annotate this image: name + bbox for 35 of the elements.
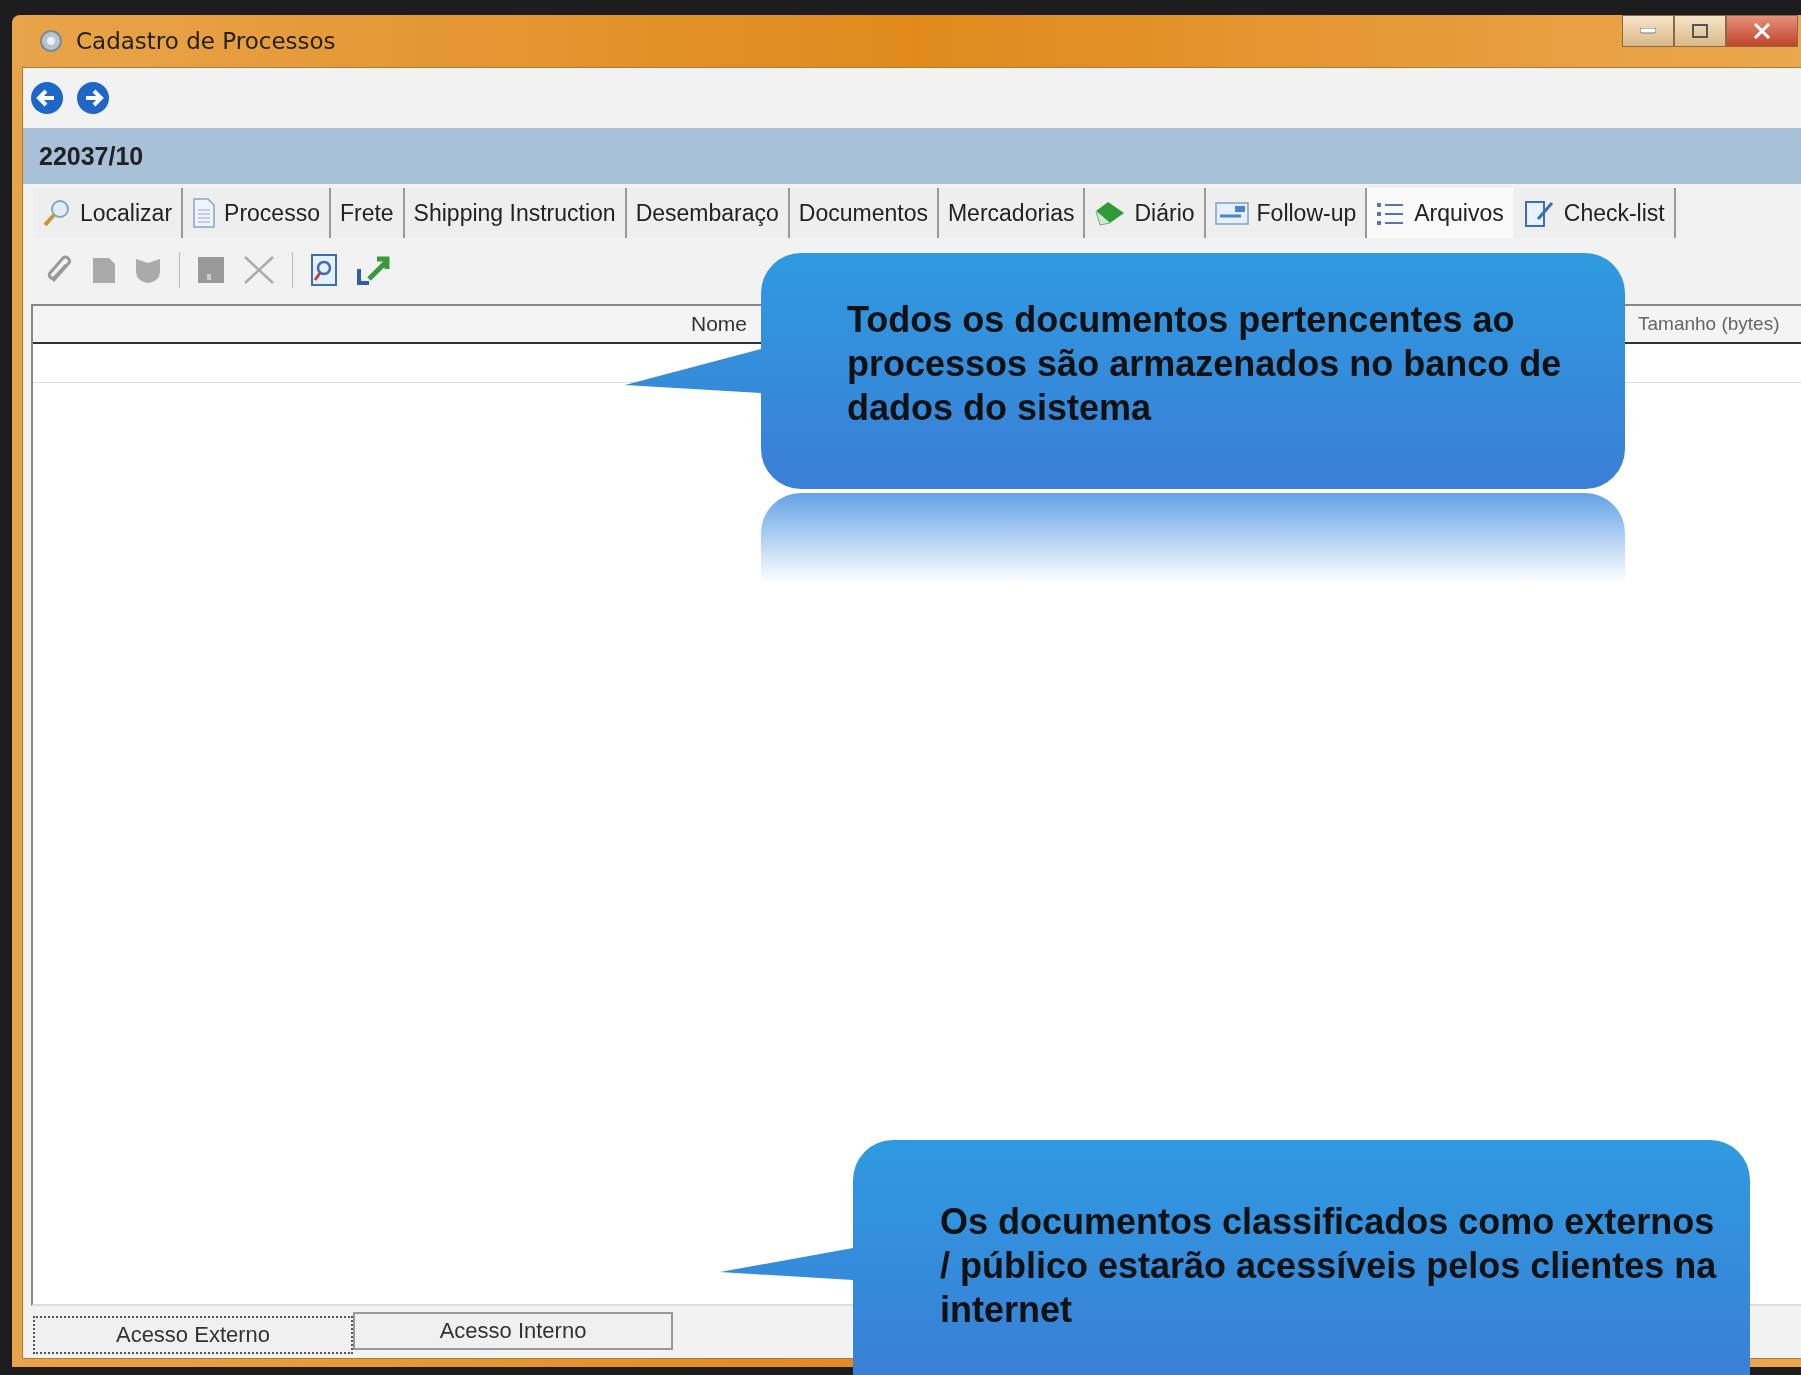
delete-icon bbox=[242, 254, 276, 286]
callout-text: Todos os documentos pertencentes ao processos são armazenados no banco de dados do sistema bbox=[847, 298, 1563, 430]
forward-button[interactable] bbox=[75, 80, 111, 116]
tab[interactable]: Check-list bbox=[1514, 188, 1676, 238]
minimize-icon bbox=[1640, 28, 1656, 34]
document-icon bbox=[192, 198, 217, 228]
column-header: Nome bbox=[691, 312, 748, 336]
maximize-icon bbox=[1692, 24, 1708, 38]
tab[interactable]: Processo bbox=[183, 188, 331, 238]
tab[interactable]: Documentos bbox=[789, 188, 939, 238]
tab[interactable]: Localizar bbox=[33, 188, 184, 238]
close-button[interactable] bbox=[1726, 15, 1798, 47]
minimize-button[interactable] bbox=[1622, 15, 1674, 47]
tab[interactable]: Diário bbox=[1085, 188, 1206, 238]
save-icon bbox=[196, 255, 226, 285]
close-icon bbox=[1753, 23, 1771, 39]
gear-icon bbox=[38, 28, 64, 54]
tab[interactable]: Acesso Externo bbox=[33, 1316, 353, 1354]
window-title: Cadastro de Processos bbox=[76, 28, 336, 54]
tab[interactable]: Mercadorias bbox=[938, 188, 1086, 238]
tab[interactable]: Desembaraço bbox=[626, 188, 790, 238]
maximize-button[interactable] bbox=[1674, 15, 1726, 47]
document-search-icon bbox=[309, 253, 339, 287]
column-header: Tamanho (bytes) bbox=[1638, 313, 1780, 335]
process-number: 22037/10 bbox=[39, 141, 144, 171]
callout-text: Os documentos classificados como externos / público estarão acessíveis pelos clientes na internet bbox=[940, 1200, 1718, 1332]
tab[interactable]: Arquivos bbox=[1367, 188, 1515, 238]
tab[interactable]: Shipping Instruction bbox=[404, 188, 627, 238]
magnifier-icon bbox=[42, 198, 72, 228]
tab[interactable]: Acesso Interno bbox=[353, 1312, 673, 1350]
back-button[interactable] bbox=[29, 80, 65, 116]
window-icon bbox=[1214, 200, 1249, 226]
tab[interactable]: Frete bbox=[330, 188, 405, 238]
page-icon bbox=[91, 255, 117, 285]
tab[interactable]: Follow-up bbox=[1205, 188, 1368, 238]
